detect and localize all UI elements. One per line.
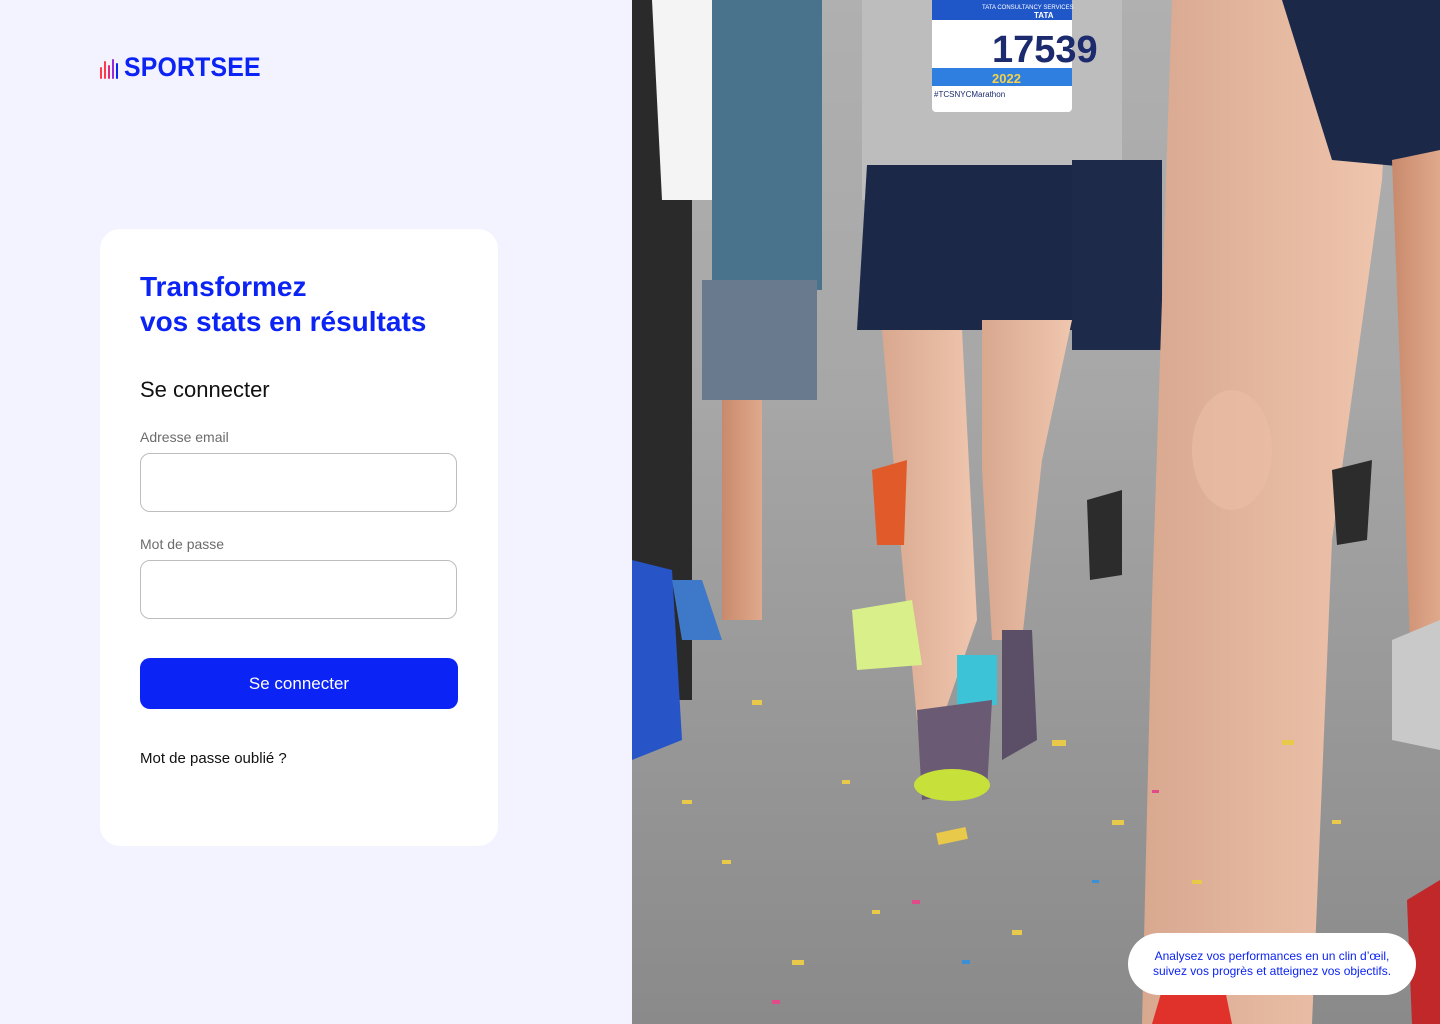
bib-brand: TATA bbox=[1034, 11, 1054, 20]
login-title: Se connecter bbox=[140, 377, 270, 402]
caption-line-2: suivez vos progrès et atteignez vos obje… bbox=[1152, 964, 1392, 978]
hero-line-2: vos stats en résultats bbox=[140, 306, 427, 337]
caption-bubble: Analysez vos performances en un clin d’œ… bbox=[1128, 933, 1416, 995]
caption-line-1: Analysez vos performances en un clin d’œ… bbox=[1154, 949, 1390, 963]
hero-headline: Transformez vos stats en résultats bbox=[140, 269, 426, 339]
password-label: Mot de passe bbox=[140, 536, 225, 552]
brand-logo[interactable]: SPORTSEE bbox=[100, 52, 273, 83]
hero-photo: 17539 2022 #TCSNYCMarathon TATA CONSULTA… bbox=[632, 0, 1440, 1024]
login-card: Transformez vos stats en résultats Se co… bbox=[100, 229, 498, 846]
login-button[interactable]: Se connecter bbox=[140, 658, 458, 709]
login-panel: SPORTSEE Transformez vos stats en résult… bbox=[0, 0, 632, 1024]
bib-hashtag: #TCSNYCMarathon bbox=[934, 90, 1005, 99]
bib-sponsor: TATA CONSULTANCY SERVICES bbox=[982, 5, 1074, 11]
marathon-runners-photo-icon: 17539 2022 #TCSNYCMarathon TATA CONSULTA… bbox=[632, 0, 1440, 1024]
password-field[interactable] bbox=[140, 560, 457, 619]
bib-year: 2022 bbox=[992, 71, 1021, 86]
email-label: Adresse email bbox=[140, 429, 229, 445]
email-field[interactable] bbox=[140, 453, 457, 512]
brand-name: SPORTSEE bbox=[124, 52, 261, 82]
bar-pulse-logo-icon bbox=[100, 57, 118, 79]
forgot-password-link[interactable]: Mot de passe oublié ? bbox=[140, 750, 287, 767]
bib-number: 17539 bbox=[992, 29, 1098, 71]
hero-line-1: Transformez bbox=[140, 271, 307, 302]
